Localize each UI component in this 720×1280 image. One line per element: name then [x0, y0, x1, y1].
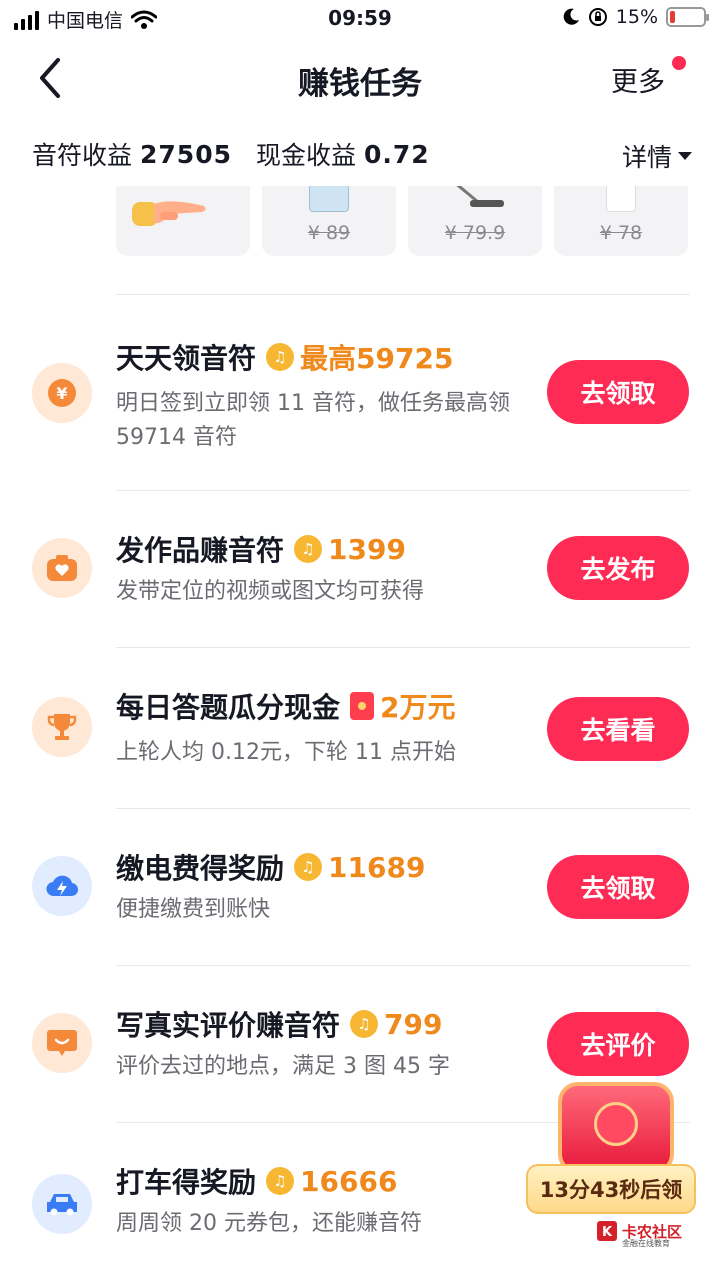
product-card[interactable]: ¥ 78	[554, 186, 688, 256]
task-description: 周周领 20 元券包，还能赚音符	[116, 1211, 422, 1236]
task-reward: 11689	[328, 850, 426, 884]
status-bar: 中国电信 09:59 15%	[0, 0, 720, 38]
svg-text:¥: ¥	[56, 384, 67, 403]
task-reward: 最高59725	[300, 342, 454, 375]
details-dropdown[interactable]: 详情	[622, 138, 692, 174]
review-button[interactable]: 去评价	[547, 1012, 689, 1076]
kanong-logo-icon: K	[597, 1221, 617, 1241]
music-note-icon: ♫	[294, 535, 323, 563]
caret-down-icon	[678, 152, 692, 160]
tiktok-logo-icon	[594, 1102, 638, 1146]
cash-earnings-label: 现金收益	[256, 141, 357, 170]
mop-image	[456, 186, 504, 207]
claim-button[interactable]: 去领取	[547, 855, 689, 919]
rotation-lock-icon	[588, 8, 607, 26]
task-description: 上轮人均 0.12元，下轮 11 点开始	[116, 740, 456, 765]
lightning-cloud-icon	[32, 856, 92, 916]
nav-header: 赚钱任务 更多	[0, 38, 720, 118]
product-price: ¥ 78	[599, 222, 643, 244]
product-image	[606, 186, 636, 212]
more-button[interactable]: 更多	[611, 60, 665, 99]
notes-earnings-value: 27505	[140, 139, 232, 169]
red-packet-icon	[350, 692, 375, 720]
comment-icon	[32, 1013, 92, 1073]
product-card[interactable]: ¥ 79.9	[408, 186, 542, 256]
notification-dot	[672, 56, 686, 70]
moon-icon	[563, 8, 579, 25]
task-reward: 1399	[328, 532, 406, 566]
details-label: 详情	[621, 143, 672, 172]
task-row-publish: 发作品赚音符 ♫ 1399 发带定位的视频或图文均可获得 去发布	[0, 491, 720, 648]
task-title: 打车得奖励	[116, 1166, 257, 1199]
task-row-daily-notes: ¥ 天天领音符 ♫ 最高59725 明日签到立即领 11 音符，做任务最高领 5…	[0, 295, 720, 490]
earnings-summary: 音符收益 27505 现金收益 0.72 详情	[32, 132, 692, 176]
task-title: 缴电费得奖励	[116, 852, 285, 885]
yen-icon: ¥	[32, 363, 92, 423]
battery-percent: 15%	[615, 6, 658, 28]
task-description: 明日签到立即领 11 音符，做任务最高领 59714 音符	[116, 391, 510, 450]
treasure-chest[interactable]	[548, 1072, 684, 1174]
product-card[interactable]: ¥ 89	[262, 186, 396, 256]
watermark: K 卡农社区 金融在线教育	[596, 1220, 682, 1248]
car-icon	[32, 1174, 92, 1234]
music-note-icon: ♫	[350, 1010, 379, 1038]
task-title: 发作品赚音符	[116, 534, 285, 567]
product-image	[309, 186, 349, 212]
task-description: 评价去过的地点，满足 3 图 45 字	[116, 1054, 450, 1079]
battery-icon	[666, 7, 709, 27]
task-reward: 2万元	[380, 691, 456, 724]
task-row-quiz: 每日答题瓜分现金 2万元 上轮人均 0.12元，下轮 11 点开始 去看看	[0, 648, 720, 808]
camera-heart-icon	[32, 538, 92, 598]
watermark-subtitle: 金融在线教育	[622, 1239, 670, 1248]
task-title: 每日答题瓜分现金	[116, 691, 341, 724]
task-description: 发带定位的视频或图文均可获得	[116, 579, 425, 604]
task-reward: 16666	[300, 1164, 398, 1198]
product-price: ¥ 89	[307, 222, 351, 244]
task-description: 便捷缴费到账快	[116, 897, 271, 922]
notes-earnings-label: 音符收益	[32, 141, 133, 170]
product-strip: ¥ 89 ¥ 79.9 ¥ 78	[116, 186, 690, 256]
task-row-electricity: 缴电费得奖励 ♫ 11689 便捷缴费到账快 去领取	[0, 809, 720, 966]
music-note-icon: ♫	[294, 853, 323, 881]
product-card[interactable]	[116, 186, 250, 256]
product-price: ¥ 79.9	[444, 222, 506, 244]
trophy-icon	[32, 697, 92, 757]
view-button[interactable]: 去看看	[547, 697, 689, 761]
task-reward: 799	[384, 1007, 443, 1041]
svg-text:K: K	[602, 1225, 613, 1240]
task-title: 写真实评价赚音符	[116, 1009, 341, 1042]
publish-button[interactable]: 去发布	[547, 536, 689, 600]
claim-button[interactable]: 去领取	[547, 360, 689, 424]
pointing-hand-icon	[132, 201, 206, 226]
music-note-icon: ♫	[266, 343, 295, 371]
cash-earnings-value: 0.72	[364, 139, 430, 169]
music-note-icon: ♫	[266, 1167, 295, 1195]
chest-timer[interactable]: 13分43秒后领	[526, 1164, 696, 1214]
task-title: 天天领音符	[116, 342, 257, 375]
